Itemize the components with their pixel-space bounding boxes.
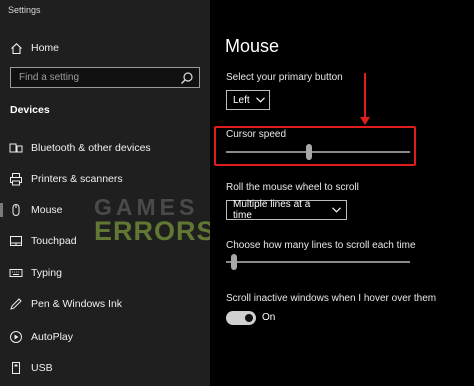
lines-label: Choose how many lines to scroll each tim… — [226, 240, 416, 251]
sidebar-item-label: Mouse — [31, 204, 63, 216]
toggle-state-label: On — [262, 312, 276, 323]
sidebar-item-autoplay[interactable]: AutoPlay — [0, 326, 210, 348]
mouse-icon — [9, 203, 23, 217]
inactive-scroll-toggle[interactable] — [226, 311, 256, 325]
sidebar: Settings Home Find a setting Devices Blu… — [0, 0, 215, 386]
primary-button-value: Left — [233, 94, 250, 106]
sidebar-item-label: Home — [31, 42, 60, 54]
annotation-arrow — [364, 73, 366, 119]
touchpad-icon — [9, 234, 23, 248]
search-icon[interactable] — [179, 70, 195, 86]
keyboard-icon — [9, 266, 23, 280]
primary-button-dropdown[interactable]: Left — [226, 90, 270, 110]
sidebar-item-label: Bluetooth & other devices — [31, 142, 151, 154]
sidebar-item-pen[interactable]: Pen & Windows Ink — [0, 293, 210, 315]
inactive-scroll-label: Scroll inactive windows when I hover ove… — [226, 293, 437, 304]
search-placeholder: Find a setting — [19, 72, 80, 83]
sidebar-item-printers[interactable]: Printers & scanners — [0, 168, 210, 190]
scroll-value: Multiple lines at a time — [233, 199, 311, 221]
sidebar-item-home[interactable]: Home — [0, 37, 210, 59]
watermark-line2: ERRORS — [94, 215, 216, 246]
page-title: Mouse — [225, 36, 280, 56]
sidebar-item-label: Printers & scanners — [31, 173, 123, 185]
section-title: Devices — [10, 104, 50, 116]
lines-track[interactable] — [226, 261, 410, 263]
chevron-down-icon — [255, 95, 265, 106]
printer-icon — [9, 172, 23, 186]
sidebar-item-label: Typing — [31, 267, 62, 279]
home-icon — [9, 41, 23, 55]
sidebar-item-typing[interactable]: Typing — [0, 262, 210, 284]
annotation-highlight-box — [214, 126, 416, 166]
main-panel: Mouse Select your primary button Left Cu… — [210, 0, 474, 386]
sidebar-item-label: Touchpad — [31, 235, 77, 247]
sidebar-item-usb[interactable]: USB — [0, 357, 210, 379]
app-title: Settings — [8, 5, 41, 15]
primary-button-label: Select your primary button — [226, 72, 343, 83]
sidebar-item-bluetooth[interactable]: Bluetooth & other devices — [0, 137, 210, 159]
pen-icon — [9, 297, 23, 311]
autoplay-icon — [9, 330, 23, 344]
usb-icon — [9, 361, 23, 375]
sidebar-item-label: AutoPlay — [31, 331, 74, 343]
lines-slider-thumb[interactable] — [231, 254, 238, 270]
scroll-dropdown[interactable]: Multiple lines at a time — [226, 199, 347, 221]
sidebar-item-label: Pen & Windows Ink — [31, 298, 123, 310]
bluetooth-icon — [9, 141, 23, 155]
chevron-down-icon — [332, 205, 341, 216]
watermark-logo: GAMES ERRORS — [94, 196, 216, 246]
sidebar-item-label: USB — [31, 362, 53, 374]
annotation-arrow-head — [360, 117, 370, 125]
toggle-knob — [245, 314, 253, 322]
search-input[interactable]: Find a setting — [10, 67, 200, 88]
scroll-label: Roll the mouse wheel to scroll — [226, 182, 359, 193]
